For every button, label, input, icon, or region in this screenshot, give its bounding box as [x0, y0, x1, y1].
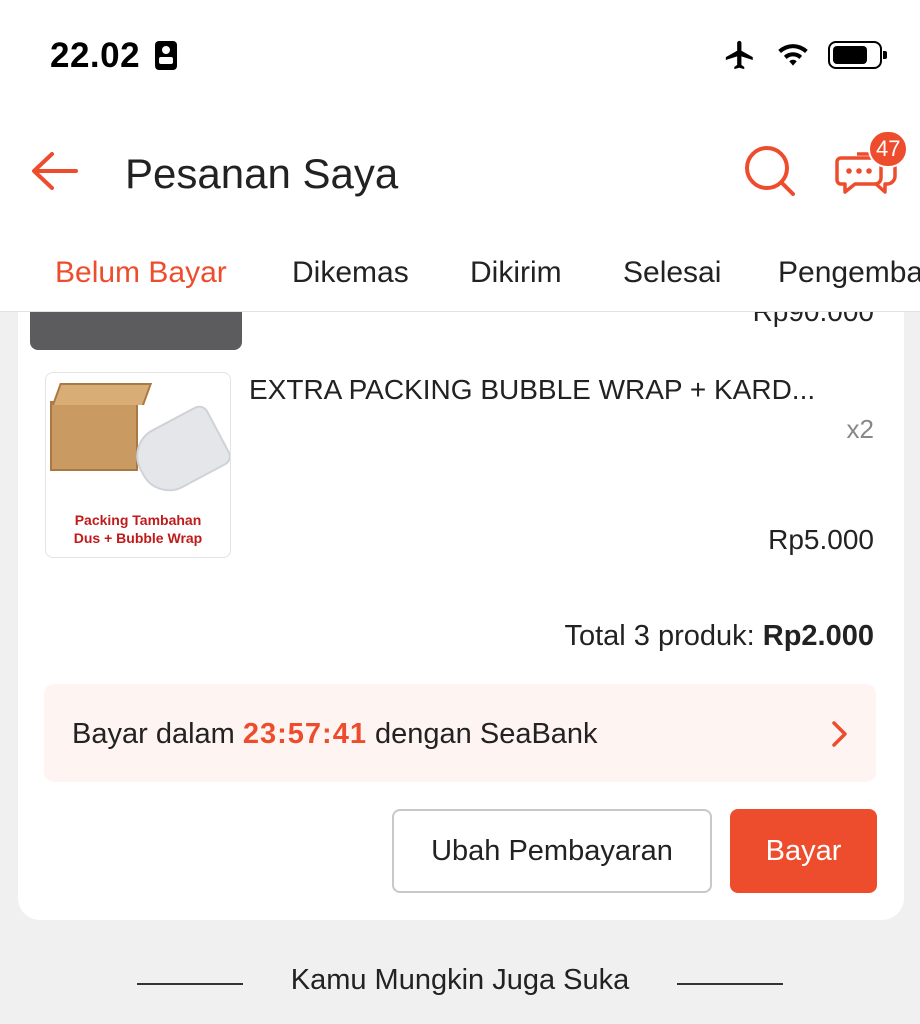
pay-suffix: dengan SeaBank	[375, 718, 598, 750]
app-header: Pesanan Saya	[0, 110, 920, 230]
search-icon	[745, 146, 795, 196]
wifi-icon	[778, 44, 808, 66]
cardboard-box-icon	[50, 401, 138, 471]
recommendation-header: Kamu Mungkin Juga Suka	[0, 958, 920, 997]
total-label: Total 3 produk:	[564, 620, 755, 652]
battery-fill	[833, 46, 868, 64]
order-total: Total 3 produk: Rp2.000	[564, 620, 874, 653]
payment-deadline-banner[interactable]: Bayar dalam 23:57:41 dengan SeaBank	[44, 684, 876, 782]
product-image[interactable]: Packing Tambahan Dus + Bubble Wrap	[45, 372, 231, 558]
id-card-icon	[155, 41, 177, 70]
back-button[interactable]	[26, 140, 86, 200]
product-name[interactable]: EXTRA PACKING BUBBLE WRAP + KARD...	[249, 374, 879, 406]
status-bar: 22.02	[0, 0, 920, 110]
tab-dikemas[interactable]: Dikemas	[292, 256, 409, 290]
status-time: 22.02	[50, 36, 141, 75]
status-icons	[722, 38, 887, 72]
chevron-right-icon	[832, 721, 847, 747]
total-amount: Rp2.000	[762, 620, 874, 652]
bubble-wrap-roll-icon	[125, 402, 230, 502]
airplane-icon	[725, 40, 753, 70]
order-card: Rp90.000 Packing Tambahan Dus + Bubble W…	[18, 294, 904, 920]
payment-countdown: 23:57:41	[242, 718, 367, 750]
tab-selesai[interactable]: Selesai	[623, 256, 721, 290]
recommendation-title: Kamu Mungkin Juga Suka	[290, 964, 630, 996]
product-price: Rp5.000	[768, 524, 874, 555]
tab-pengembalian[interactable]: Pengemba	[778, 256, 920, 290]
page-title: Pesanan Saya	[125, 150, 399, 197]
product-image-caption: Packing Tambahan Dus + Bubble Wrap	[46, 511, 230, 547]
chat-badge: 47	[868, 130, 909, 168]
tab-belum-bayar[interactable]: Belum Bayar	[55, 256, 227, 290]
back-arrow-icon	[32, 152, 78, 190]
divider-right	[677, 983, 783, 985]
battery-icon	[828, 41, 887, 69]
pay-prefix: Bayar dalam	[72, 718, 235, 750]
product-quantity: x2	[846, 414, 874, 444]
order-tabs: Belum Bayar Dikemas Dikirim Selesai Peng…	[0, 230, 920, 312]
image-caption-line2: Dus + Bubble Wrap	[73, 530, 203, 546]
search-button[interactable]	[740, 140, 800, 200]
divider-left	[137, 983, 243, 985]
image-caption-line1: Packing Tambahan	[74, 512, 202, 528]
payment-deadline-text: Bayar dalam 23:57:41 dengan SeaBank	[72, 718, 598, 751]
change-payment-button[interactable]: Ubah Pembayaran	[392, 809, 712, 893]
pay-button[interactable]: Bayar	[730, 809, 877, 893]
tab-dikirim[interactable]: Dikirim	[470, 256, 562, 290]
